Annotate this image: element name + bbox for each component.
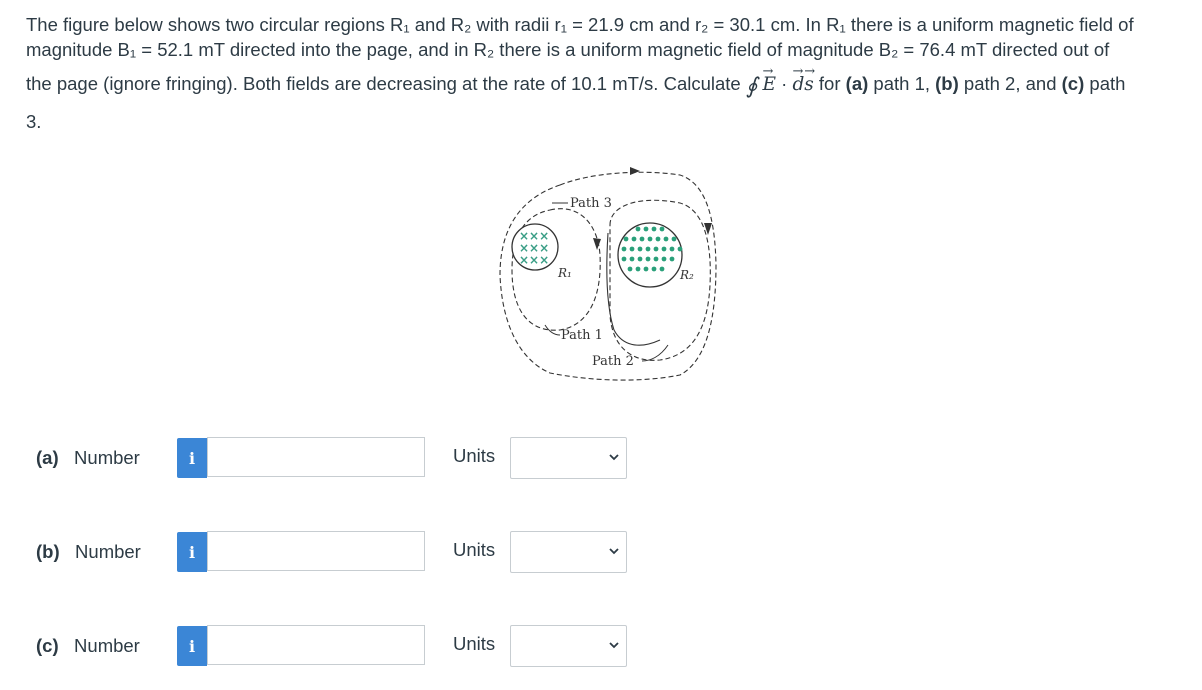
field-into-page-marks: ××× ××× ×××	[519, 229, 549, 267]
answer-row-c: (c) Number i Units	[0, 625, 1202, 669]
r1-label: R₁	[557, 266, 572, 280]
info-button-b[interactable]: i	[177, 532, 207, 572]
question-line-2: magnitude B₁ = 52.1 mT directed into the…	[26, 39, 1110, 60]
number-input-b[interactable]	[207, 531, 425, 571]
answer-label-c: (c) Number	[36, 635, 140, 656]
answer-label-a: (a) Number	[36, 447, 140, 468]
answer-row-b: (b) Number i Units	[0, 531, 1202, 575]
units-label-c: Units	[453, 633, 496, 654]
question-line-4: 3.	[26, 111, 42, 132]
answer-row-a: (a) Number i Units	[0, 437, 1202, 481]
info-button-c[interactable]: i	[177, 626, 207, 666]
question-line-1: The figure below shows two circular regi…	[26, 14, 1134, 35]
region-r2-circle	[617, 222, 683, 288]
chevron-down-icon	[609, 454, 619, 461]
r2-label: R₂	[679, 268, 694, 282]
question-text: The figure below shows two circular regi…	[26, 12, 1194, 134]
units-select-c[interactable]	[510, 625, 627, 667]
units-label-a: Units	[453, 445, 496, 466]
number-input-a[interactable]	[207, 437, 425, 477]
units-select-a[interactable]	[510, 437, 627, 479]
chevron-down-icon	[609, 548, 619, 555]
physics-figure: ××× ××× ××× R₁ R₂ Path 3 Path 1 Path 2	[490, 155, 730, 390]
question-line-3-prefix: the page (ignore fringing). Both fields …	[26, 73, 741, 94]
answer-label-b: (b) Number	[36, 541, 141, 562]
path-1-arrow	[593, 238, 601, 250]
question-line-3: the page (ignore fringing). Both fields …	[26, 59, 1194, 99]
path-2-label: Path 2	[592, 354, 634, 369]
vector-e: E	[762, 59, 776, 97]
number-input-c[interactable]	[207, 625, 425, 665]
differential-d: d	[792, 59, 804, 97]
part-b-text: path 2, and	[963, 73, 1057, 94]
part-a-tag: (a)	[845, 73, 869, 94]
units-label-b: Units	[453, 539, 496, 560]
units-select-b[interactable]	[510, 531, 627, 573]
dot-operator: ·	[781, 73, 788, 94]
part-a-text: path 1,	[873, 73, 930, 94]
vector-s: s	[804, 59, 814, 97]
contour-integral-symbol: ∮	[745, 74, 758, 99]
chevron-down-icon	[609, 642, 619, 649]
part-c-tag: (c)	[1061, 73, 1085, 94]
svg-text:×××: ×××	[519, 253, 549, 267]
path-3-arrow	[630, 167, 640, 175]
path-1-label: Path 1	[561, 328, 603, 343]
regions-paths-diagram: ××× ××× ××× R₁ R₂ Path 3 Path 1 Path 2	[499, 167, 717, 381]
part-c-text: path	[1089, 73, 1126, 94]
path-3-label: Path 3	[570, 196, 612, 211]
info-button-a[interactable]: i	[177, 438, 207, 478]
part-b-tag: (b)	[935, 73, 959, 94]
for-word: for	[818, 73, 841, 94]
